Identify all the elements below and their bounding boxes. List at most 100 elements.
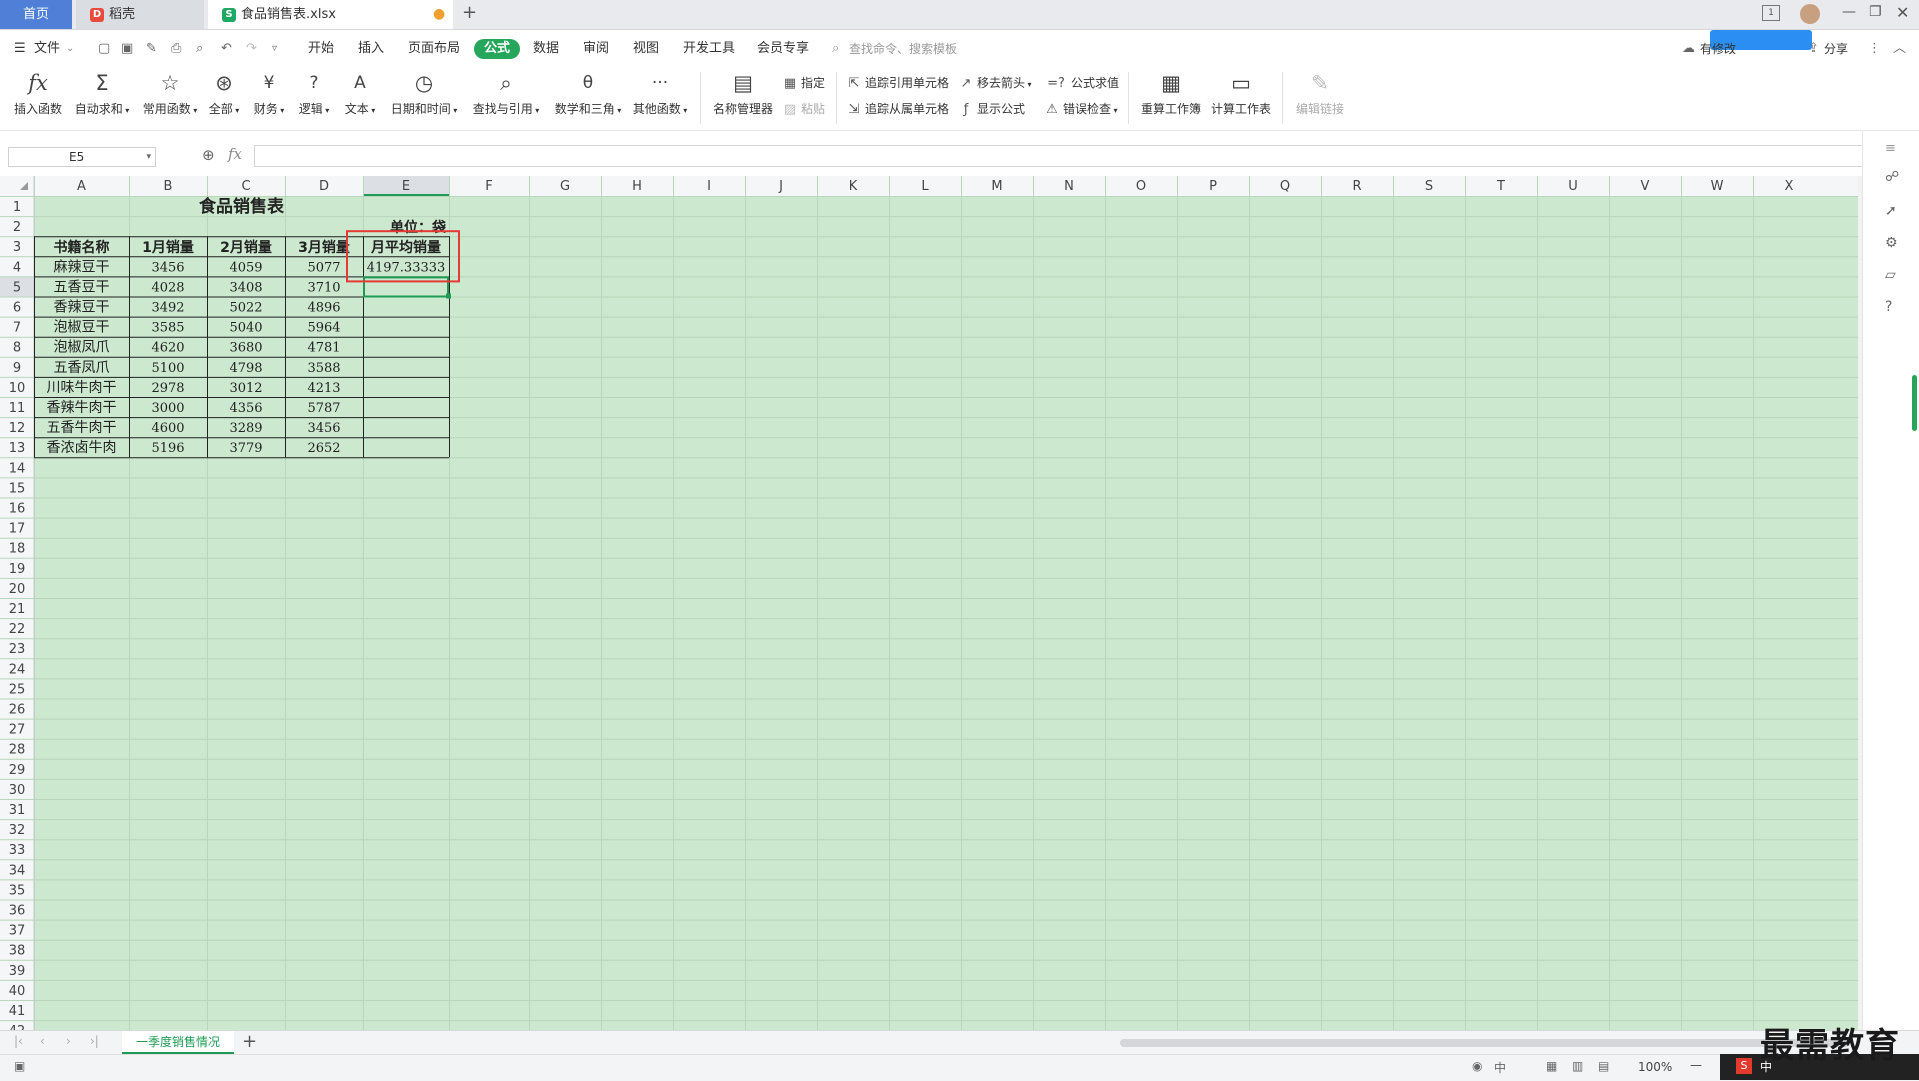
next-sheet-icon[interactable]: ›	[66, 1034, 71, 1048]
tab-member[interactable]: 会员专享	[757, 39, 809, 59]
new-doc-icon[interactable]: ▢	[98, 39, 110, 59]
worksheet-grid[interactable]: A B C D E F G H I J K L M N O P Q R S T U V W X 1 2 3 4 5 6 7 8 9 10 11 12 1…	[0, 176, 1858, 1030]
page-break-view-icon[interactable]: ▤	[1598, 1059, 1609, 1073]
show-formulas-button[interactable]: ƒ 显示公式	[958, 100, 1025, 117]
logic-button[interactable]: ? 逻辑 ▾	[296, 70, 332, 117]
minimize-icon[interactable]: —	[1842, 4, 1856, 20]
name-box[interactable]: E5 ▾	[8, 147, 156, 167]
help-icon[interactable]: ?	[1885, 299, 1892, 315]
file-menu[interactable]: 文件	[34, 39, 60, 59]
table-cell: 4213	[307, 381, 340, 396]
backup-icon[interactable]: ▱	[1885, 267, 1896, 283]
collapse-ribbon-icon[interactable]: ︿	[1893, 39, 1906, 59]
table-cell: 5040	[229, 321, 262, 336]
all-functions-button[interactable]: ⊛ 全部 ▾	[206, 70, 242, 117]
formula-input[interactable]	[254, 145, 1874, 167]
tab-review[interactable]: 审阅	[583, 39, 609, 59]
settings-sliders-icon[interactable]: ⚙	[1885, 235, 1898, 251]
specify-button[interactable]: ▦ 指定	[782, 74, 825, 91]
style-icon[interactable]: ☍	[1885, 169, 1899, 185]
add-sheet-button[interactable]: +	[242, 1031, 257, 1052]
sogou-icon[interactable]: S	[1736, 1058, 1752, 1074]
fx-button[interactable]: fx	[228, 145, 242, 163]
sheet-tab-q1[interactable]: 一季度销售情况	[122, 1031, 234, 1054]
close-icon[interactable]: ✕	[1896, 3, 1909, 22]
evaluate-formula-button[interactable]: =? 公式求值	[1044, 74, 1119, 91]
row-header-8: 8	[13, 341, 21, 356]
eye-protection-icon[interactable]: ◉	[1472, 1059, 1482, 1073]
zoom-level[interactable]: 100%	[1638, 1060, 1672, 1074]
horizontal-scrollbar[interactable]	[1120, 1039, 1850, 1047]
share-button[interactable]: 分享	[1824, 39, 1848, 59]
table-cell: 香浓卤牛肉	[47, 440, 117, 456]
autosum-button[interactable]: Σ 自动求和 ▾	[72, 70, 132, 117]
cloud-icon[interactable]: ☁	[1682, 39, 1695, 59]
tab-formula[interactable]: 公式	[474, 39, 521, 59]
paste-name-button[interactable]: ▨ 粘贴	[782, 100, 825, 117]
more-icon[interactable]: ⋮	[1868, 39, 1881, 59]
row-header-14: 14	[9, 461, 26, 476]
collab-status[interactable]: 有修改	[1700, 39, 1736, 59]
tab-file[interactable]: S 食品销售表.xlsx ●	[208, 0, 453, 29]
tab-developer[interactable]: 开发工具	[683, 39, 735, 59]
panel-collapse-icon[interactable]: ≡	[1885, 141, 1896, 156]
common-functions-button[interactable]: ☆ 常用函数 ▾	[140, 70, 200, 117]
column-header-G: G	[560, 179, 570, 194]
print-preview-icon[interactable]: ⌕	[196, 39, 203, 59]
tab-view[interactable]: 视图	[633, 39, 659, 59]
page-layout-view-icon[interactable]: ▥	[1572, 1059, 1583, 1073]
new-tab-button[interactable]: +	[462, 2, 477, 23]
status-ime[interactable]: 中	[1494, 1059, 1506, 1076]
undo-icon[interactable]: ↶	[221, 39, 232, 59]
tab-home[interactable]: 首页	[0, 0, 72, 29]
share-icon: ⇪	[1808, 41, 1819, 56]
avatar[interactable]	[1800, 4, 1820, 24]
name-box-dropdown-icon[interactable]: ▾	[146, 148, 151, 166]
tab-insert[interactable]: 插入	[358, 39, 384, 59]
tab-start[interactable]: 开始	[308, 39, 334, 59]
active-cell-E5[interactable]	[363, 276, 449, 298]
last-sheet-icon[interactable]: ›|	[90, 1034, 99, 1048]
print-icon[interactable]: ⎙	[171, 39, 181, 59]
row-header-40: 40	[9, 984, 26, 999]
tab-daoke[interactable]: D 稻壳	[76, 0, 204, 29]
tab-data[interactable]: 数据	[533, 39, 559, 59]
select-pointer-icon[interactable]: ➚	[1885, 203, 1897, 219]
chevron-down-icon[interactable]: ⌄	[66, 39, 74, 59]
normal-view-icon[interactable]: ▦	[1546, 1059, 1557, 1073]
remove-arrows-button[interactable]: ↗ 移去箭头 ▾	[958, 74, 1032, 91]
grid-canvas[interactable]: A B C D E F G H I J K L M N O P Q R S T U V W X1234567891011121…	[0, 176, 1858, 1030]
lookup-button[interactable]: ⌕ 查找与引用 ▾	[470, 70, 542, 117]
math-trig-button[interactable]: θ 数学和三角 ▾	[552, 70, 624, 117]
hamburger-icon[interactable]: ☰	[14, 39, 26, 59]
finance-button[interactable]: ¥ 财务 ▾	[251, 70, 287, 117]
text-functions-button[interactable]: A 文本 ▾	[342, 70, 378, 117]
insert-function-button[interactable]: fx 插入函数	[10, 70, 66, 117]
other-functions-button[interactable]: ··· 其他函数 ▾	[630, 70, 690, 117]
zoom-formula-icon[interactable]: ⊕	[202, 146, 215, 164]
window-layout-icon[interactable]: 1	[1762, 5, 1780, 21]
datetime-button[interactable]: ◷ 日期和时间 ▾	[388, 70, 460, 117]
command-search-input[interactable]: 查找命令、搜索模板	[849, 39, 957, 59]
tab-page-layout[interactable]: 页面布局	[408, 39, 460, 59]
restore-icon[interactable]: ❐	[1869, 4, 1882, 20]
watermark-logo: 最需教育	[1760, 1026, 1900, 1066]
name-manager-button[interactable]: ▤ 名称管理器	[710, 70, 776, 117]
trace-dependents-button[interactable]: ⇲ 追踪从属单元格	[846, 100, 949, 117]
trace-precedents-button[interactable]: ⇱ 追踪引用单元格	[846, 74, 949, 91]
edit-links-button[interactable]: ✎ 编辑链接	[1290, 70, 1350, 117]
error-check-button[interactable]: ⚠ 错误检查 ▾	[1044, 100, 1117, 117]
prev-sheet-icon[interactable]: ‹	[40, 1034, 45, 1048]
macro-record-icon[interactable]: ▣	[14, 1059, 25, 1073]
recalc-workbook-button[interactable]: ▦ 重算工作簿	[1138, 70, 1204, 117]
panel-scroll-handle[interactable]	[1912, 375, 1917, 431]
format-painter-icon[interactable]: ✎	[146, 39, 157, 59]
fill-handle[interactable]	[446, 293, 451, 299]
zoom-out-icon[interactable]: —	[1690, 1058, 1702, 1072]
quick-access-dropdown-icon[interactable]: ▿	[272, 39, 277, 59]
table-cell: 4197.33333	[367, 260, 446, 275]
save-icon[interactable]: ▣	[121, 39, 133, 59]
redo-icon[interactable]: ↷	[246, 39, 257, 59]
calc-sheet-button[interactable]: ▭ 计算工作表	[1208, 70, 1274, 117]
first-sheet-icon[interactable]: |‹	[14, 1034, 23, 1048]
